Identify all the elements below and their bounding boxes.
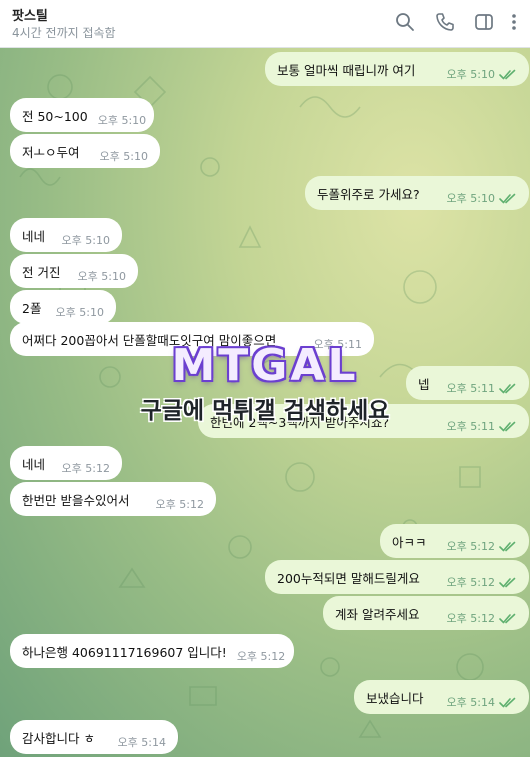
message-meta: 오후 5:10 [46,304,104,320]
message-meta: 오후 5:12 [437,610,517,626]
incoming-message[interactable]: 전 50~100 오후 5:10 [10,98,154,132]
message-meta: 오후 5:12 [437,574,517,590]
message-text: 감사합니다 ㅎ [22,730,95,746]
message-text: 한번에 2백~3백까지 받아주시죠? [210,414,389,430]
message-time: 오후 5:12 [155,498,204,511]
outgoing-message[interactable]: 두폴위주로 가세요? 오후 5:10 [305,176,529,210]
message-text: 네네 [22,456,46,472]
message-time: 오후 5:10 [446,68,495,81]
message-time: 오후 5:14 [446,696,495,709]
message-text: 전 거진 [22,264,61,280]
more-vertical-icon[interactable] [503,11,525,33]
message-text: 2폴 [22,300,42,316]
incoming-message[interactable]: 네네 오후 5:12 [10,446,122,480]
message-text: 넵 [418,376,430,392]
message-time: 오후 5:11 [446,382,495,395]
message-time: 오후 5:11 [446,420,495,433]
chat-header: 팟스틸 4시간 전까지 접속함 [0,0,530,48]
incoming-message[interactable]: 네네 오후 5:10 [10,218,122,252]
incoming-message[interactable]: 하나은행 40691117169607 입니다! 오후 5:12 [10,634,294,668]
message-text: 네네 [22,228,46,244]
incoming-message[interactable]: 저ㅗㅇ두여 오후 5:10 [10,134,160,168]
outgoing-message[interactable]: 보통 얼마씩 때립니까 여기 오후 5:10 [265,52,529,86]
outgoing-message[interactable]: 200누적되면 말해드릴게요 오후 5:12 [265,560,529,594]
outgoing-message[interactable]: 아ㅋㅋ 오후 5:12 [380,524,529,558]
message-meta: 오후 5:10 [52,232,110,248]
message-meta: 오후 5:10 [90,148,148,164]
message-meta: 오후 5:11 [304,336,362,352]
message-meta: 오후 5:12 [227,648,285,664]
message-time: 오후 5:10 [446,192,495,205]
message-meta: 오후 5:12 [52,460,110,476]
read-check-icon [495,421,517,432]
message-meta: 오후 5:10 [437,66,517,82]
message-text: 어쩌다 200꼽아서 단폴할때도잇구여 맘이좋으면 [22,332,277,348]
message-text: 두폴위주로 가세요? [317,186,420,202]
read-check-icon [495,193,517,204]
message-time: 오후 5:12 [446,612,495,625]
message-meta: 오후 5:10 [437,190,517,206]
message-time: 오후 5:10 [55,306,104,319]
chat-window: 팟스틸 4시간 전까지 접속함 보통 얼마씩 때립니까 여기 오후 5:10 전… [0,0,530,757]
message-time: 오후 5:12 [236,650,286,663]
message-meta: 오후 5:10 [68,268,126,284]
outgoing-message[interactable]: 한번에 2백~3백까지 받아주시죠? 오후 5:11 [198,404,529,438]
message-text: 아ㅋㅋ [392,534,427,550]
last-seen-status: 4시간 전까지 접속함 [12,26,116,40]
message-text: 보냈습니다 [366,690,424,706]
outgoing-message[interactable]: 넵 오후 5:11 [406,366,529,400]
read-check-icon [495,613,517,624]
search-icon[interactable] [394,11,416,33]
message-text: 보통 얼마씩 때립니까 여기 [277,62,416,78]
message-meta: 오후 5:11 [437,380,517,396]
message-time: 오후 5:10 [61,234,110,247]
incoming-message[interactable]: 어쩌다 200꼽아서 단폴할때도잇구여 맘이좋으면 오후 5:11 [10,322,374,356]
message-time: 오후 5:11 [313,338,362,351]
incoming-message[interactable]: 2폴 오후 5:10 [10,290,116,324]
message-meta: 오후 5:14 [108,734,166,750]
sidebar-toggle-icon[interactable] [473,11,495,33]
message-time: 오후 5:10 [97,114,147,127]
message-text: 한번만 받을수있어서 [22,492,130,508]
read-check-icon [495,577,517,588]
outgoing-message[interactable]: 계좌 알려주세요 오후 5:12 [323,596,529,630]
read-check-icon [495,541,517,552]
incoming-message[interactable]: 전 거진 오후 5:10 [10,254,138,288]
message-time: 오후 5:12 [446,540,495,553]
message-time: 오후 5:10 [77,270,126,283]
outgoing-message[interactable]: 보냈습니다 오후 5:14 [354,680,529,714]
message-text: 계좌 알려주세요 [335,606,420,622]
message-text: 저ㅗㅇ두여 [22,144,80,160]
message-time: 오후 5:10 [99,150,148,163]
read-check-icon [495,69,517,80]
chat-title[interactable]: 팟스틸 [12,5,48,24]
incoming-message[interactable]: 감사합니다 ㅎ 오후 5:14 [10,720,178,754]
message-meta: 오후 5:10 [88,112,146,128]
message-text: 전 50~100 [22,108,88,124]
message-meta: 오후 5:11 [437,418,517,434]
message-meta: 오후 5:12 [146,496,204,512]
read-check-icon [495,383,517,394]
message-text: 하나은행 40691117169607 입니다! [22,644,227,660]
phone-icon[interactable] [434,11,456,33]
incoming-message[interactable]: 한번만 받을수있어서 오후 5:12 [10,482,216,516]
message-text: 200누적되면 말해드릴게요 [277,570,420,586]
message-meta: 오후 5:12 [437,538,517,554]
message-meta: 오후 5:14 [437,694,517,710]
message-time: 오후 5:12 [446,576,495,589]
message-time: 오후 5:12 [61,462,110,475]
message-time: 오후 5:14 [117,736,166,749]
read-check-icon [495,697,517,708]
